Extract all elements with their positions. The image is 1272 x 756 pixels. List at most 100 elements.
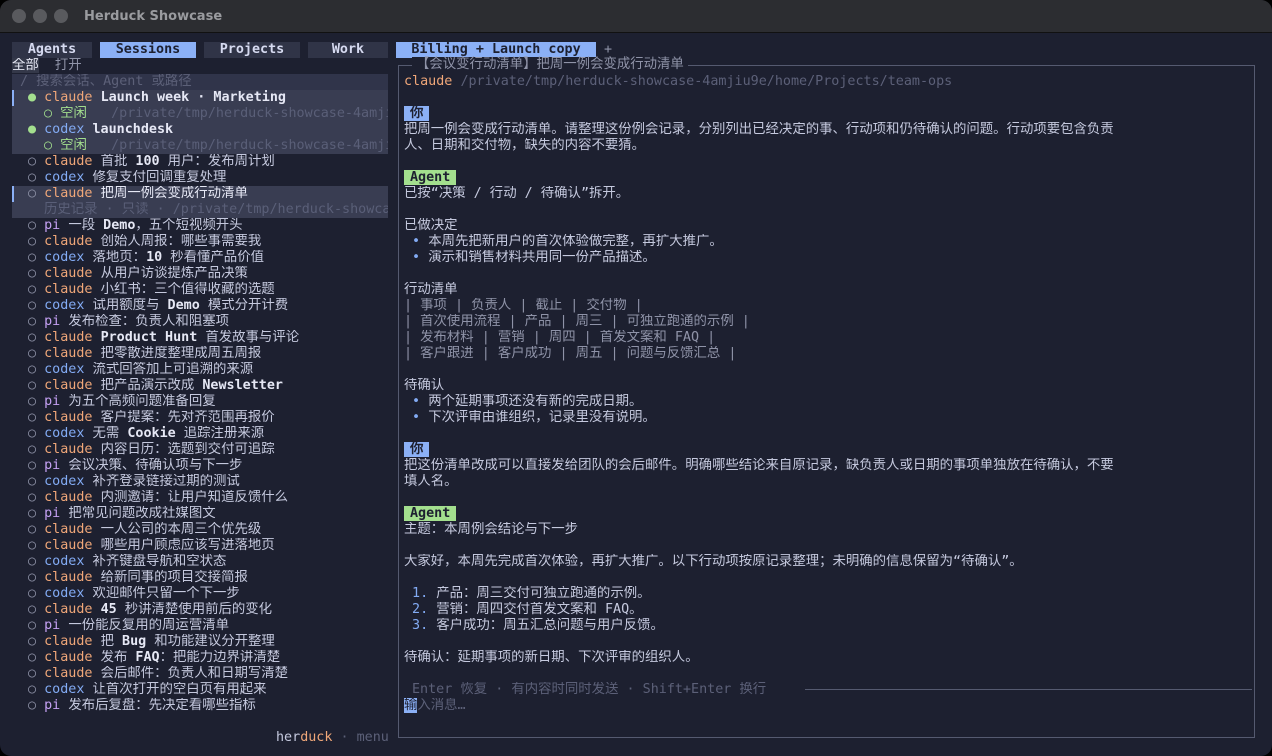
reply1-intro: 已按“决策 / 行动 / 待确认”拆开。: [404, 186, 630, 201]
session-row[interactable]: ○ claude 会后邮件：负责人和日期写清楚: [28, 666, 388, 682]
session-row[interactable]: ○ codex 修复支付回调重复处理: [28, 170, 388, 186]
reply2-pending: 待确认：延期事项的新日期、下次评审的组织人。: [404, 650, 699, 665]
status-dot-icon: ○: [28, 474, 37, 489]
add-tab-button[interactable]: +: [604, 42, 612, 58]
status-dot-icon: ●: [28, 122, 37, 137]
input-divider: [805, 689, 1252, 690]
action-table-row: | 客户跟进 | 客户成功 | 周五 | 问题与反馈汇总 |: [404, 346, 737, 361]
text-cursor: 输: [404, 698, 418, 713]
session-row[interactable]: ○ claude 把零散进度整理成周五周报: [28, 346, 388, 362]
tab-sessions[interactable]: Sessions: [100, 42, 196, 58]
session-row[interactable]: ○ claude 给新同事的项目交接简报: [28, 570, 388, 586]
zoom-window-button[interactable]: [54, 9, 68, 23]
status-dot-icon: ○: [28, 458, 37, 473]
you-badge: 你: [404, 106, 430, 122]
session-row[interactable]: ○ pi 会议决策、待确认项与下一步: [28, 458, 388, 474]
session-row[interactable]: ○ pi 一段 Demo，五个短视频开头: [28, 218, 388, 234]
reply2-subject: 主题：本周例会结论与下一步: [404, 522, 579, 537]
search-input[interactable]: / 搜索会话、Agent 或路径: [20, 74, 388, 90]
status-dot-icon: ○: [28, 218, 37, 233]
session-row[interactable]: ○ claude 小红书：三个值得收藏的选题: [28, 282, 388, 298]
session-row[interactable]: ○ codex 补齐键盘导航和空状态: [28, 554, 388, 570]
menu-link[interactable]: · menu: [332, 730, 388, 745]
session-row-selected[interactable]: ○ claude 把周一例会变成行动清单: [28, 186, 388, 202]
session-history-note: 历史记录 · 只读 · /private/tmp/herduck-showcas…: [44, 202, 388, 217]
message-input[interactable]: 输入消息…: [404, 698, 1252, 714]
conversation-header: claude /private/tmp/herduck-showcase-4am…: [404, 74, 953, 89]
status-dot-icon: ○: [28, 314, 37, 329]
session-row[interactable]: ○ codex 让首次打开的空白页有用起来: [28, 682, 388, 698]
status-dot-icon: ○: [28, 410, 37, 425]
user-message-2-line1: 把这份清单改成可以直接发给团队的会后邮件。明确哪些结论来自原记录，缺负责人或日期…: [404, 458, 1114, 473]
status-dot-icon: ○: [28, 602, 37, 617]
session-row[interactable]: ○ pi 发布检查：负责人和阻塞项: [28, 314, 388, 330]
reply1-pending-item: • 下次评审由谁组织，记录里没有说明。: [404, 410, 656, 425]
reply1-decided-item: • 演示和销售材料共用同一份产品描述。: [404, 250, 656, 265]
conversation-title: 【会议变行动清单】把周一例会变成行动清单: [412, 57, 688, 73]
filter-open[interactable]: 打开: [55, 58, 82, 73]
input-hint: Enter 恢复 · 有内容时同时发送 · Shift+Enter 换行: [412, 682, 767, 697]
reply1-actions-heading: 行动清单: [404, 282, 458, 297]
tab-agents[interactable]: Agents: [12, 42, 92, 58]
selection-bar: [12, 186, 14, 202]
session-row[interactable]: ○ claude 客户提案：先对齐范围再报价: [28, 410, 388, 426]
status-dot-icon: ○: [28, 170, 37, 185]
session-row[interactable]: ○ claude 把产品演示改成 Newsletter: [28, 378, 388, 394]
session-row-active-2[interactable]: ● codex launchdesk: [28, 122, 388, 138]
tab-projects[interactable]: Projects: [204, 42, 300, 58]
footer-brand: herduck · menu: [276, 730, 389, 745]
minimize-window-button[interactable]: [33, 9, 47, 23]
status-dot-icon: ○: [28, 394, 37, 409]
tab-work[interactable]: Work: [308, 42, 388, 58]
status-dot-icon: ○: [28, 330, 37, 345]
status-dot-icon: ○: [28, 154, 37, 169]
session-row[interactable]: ○ claude Product Hunt 首发故事与评论: [28, 330, 388, 346]
session-status-1: ○ 空闲 /private/tmp/herduck-showcase-4amji…: [44, 106, 388, 121]
status-dot-icon: ○: [28, 426, 37, 441]
status-dot-icon: ○: [28, 250, 37, 265]
reply1-decided-item: • 本周先把新用户的首次体验做完整，再扩大推广。: [404, 234, 723, 249]
you-badge: 你: [404, 442, 430, 458]
status-dot-icon: ○: [28, 522, 37, 537]
user-message-2-line2: 填人名。: [404, 474, 458, 489]
session-row[interactable]: ○ codex 试用额度与 Demo 模式分开计费: [28, 298, 388, 314]
session-row[interactable]: ○ claude 内容日历：选题到交付可追踪: [28, 442, 388, 458]
session-row-active-1[interactable]: ● claude Launch week · Marketing: [28, 90, 388, 106]
status-dot-icon: ○: [28, 650, 37, 665]
session-row[interactable]: ○ claude 发布 FAQ：把能力边界讲清楚: [28, 650, 388, 666]
session-row[interactable]: ○ pi 为五个高频问题准备回复: [28, 394, 388, 410]
session-row[interactable]: ○ claude 内测邀请：让用户知道反馈什么: [28, 490, 388, 506]
session-row[interactable]: ○ codex 补齐登录链接过期的测试: [28, 474, 388, 490]
filter-all[interactable]: 全部: [12, 58, 39, 73]
status-dot-icon: ○: [28, 586, 37, 601]
session-row[interactable]: ○ claude 一人公司的本周三个优先级: [28, 522, 388, 538]
status-dot-icon: ○: [28, 266, 37, 281]
session-row[interactable]: ○ pi 一份能反复用的周运营清单: [28, 618, 388, 634]
tab-billing-launch-copy[interactable]: Billing + Launch copy: [396, 42, 596, 58]
session-row[interactable]: ○ pi 发布后复盘：先决定看哪些指标: [28, 698, 388, 714]
session-row[interactable]: ○ claude 创始人周报：哪些事需要我: [28, 234, 388, 250]
reply1-pending-item: • 两个延期事项还没有新的完成日期。: [404, 394, 643, 409]
session-row[interactable]: ○ claude 哪些用户顾虑应该写进落地页: [28, 538, 388, 554]
status-dot-icon: ○: [28, 298, 37, 313]
user-message-1-line1: 把周一例会变成行动清单。请整理这份例会记录，分别列出已经决定的事、行动项和仍待确…: [404, 122, 1114, 137]
reply2-item: 1. 产品：周三交付可独立跑通的示例。: [404, 586, 651, 601]
session-row[interactable]: ○ claude 45 秒讲清楚使用前后的变化: [28, 602, 388, 618]
session-row[interactable]: ○ codex 落地页：10 秒看懂产品价值: [28, 250, 388, 266]
session-row[interactable]: ○ claude 首批 100 用户：发布周计划: [28, 154, 388, 170]
reply2-item: 3. 客户成功：周五汇总问题与用户反馈。: [404, 618, 664, 633]
session-row[interactable]: ○ pi 把常见问题改成社媒图文: [28, 506, 388, 522]
status-dot-icon: ○: [28, 186, 37, 201]
session-filters: 全部 打开: [12, 58, 82, 74]
session-row[interactable]: ○ codex 无需 Cookie 追踪注册来源: [28, 426, 388, 442]
status-dot-icon: ○: [28, 666, 37, 681]
status-dot-icon: ○: [28, 698, 37, 713]
session-row[interactable]: ○ claude 把 Bug 和功能建议分开整理: [28, 634, 388, 650]
session-row[interactable]: ○ claude 从用户访谈提炼产品决策: [28, 266, 388, 282]
status-dot-icon: ○: [28, 282, 37, 297]
close-window-button[interactable]: [12, 9, 26, 23]
session-row[interactable]: ○ codex 欢迎邮件只留一个下一步: [28, 586, 388, 602]
status-dot-icon: ○: [28, 378, 37, 393]
status-dot-icon: ○: [28, 538, 37, 553]
session-row[interactable]: ○ codex 流式回答加上可追溯的来源: [28, 362, 388, 378]
